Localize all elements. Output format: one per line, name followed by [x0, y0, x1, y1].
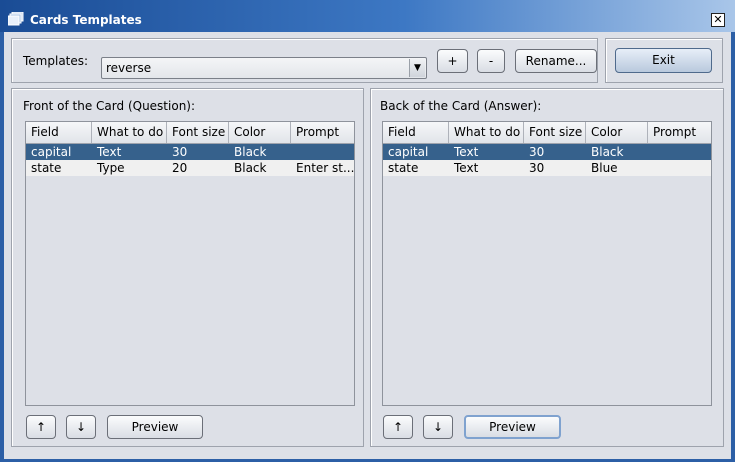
- rename-template-label: Rename...: [525, 54, 587, 68]
- table-cell[interactable]: state: [26, 160, 92, 176]
- front-preview-label: Preview: [131, 420, 179, 434]
- column-header[interactable]: What to do: [449, 122, 524, 143]
- column-header[interactable]: Prompt: [648, 122, 711, 143]
- table-cell[interactable]: [648, 160, 711, 176]
- window-title: Cards Templates: [30, 13, 142, 27]
- cards-icon: [8, 12, 24, 26]
- table-cell[interactable]: 30: [524, 160, 586, 176]
- table-cell[interactable]: Blue: [586, 160, 648, 176]
- front-preview-button[interactable]: Preview: [107, 415, 203, 439]
- column-header[interactable]: Field: [26, 122, 92, 143]
- remove-template-button[interactable]: -: [477, 49, 505, 73]
- front-move-up-button[interactable]: ↑: [26, 415, 56, 439]
- table-cell[interactable]: state: [383, 160, 449, 176]
- back-card-title: Back of the Card (Answer):: [380, 99, 542, 113]
- table-cell[interactable]: Enter st...: [291, 160, 354, 176]
- table-cell[interactable]: Black: [229, 144, 291, 160]
- remove-template-label: -: [488, 54, 494, 68]
- table-cell[interactable]: Text: [449, 160, 524, 176]
- arrow-up-icon: ↑: [392, 420, 404, 434]
- table-cell[interactable]: 30: [524, 144, 586, 160]
- table-row[interactable]: state Type 20 Black Enter st...: [26, 160, 354, 176]
- back-move-down-button[interactable]: ↓: [423, 415, 453, 439]
- arrow-down-icon: ↓: [432, 420, 444, 434]
- table-row[interactable]: capital Text 30 Black: [383, 144, 711, 160]
- table-header: Field What to do Font size Color Prompt: [26, 122, 354, 144]
- table-cell[interactable]: capital: [26, 144, 92, 160]
- exit-panel: Exit: [605, 38, 723, 83]
- close-button[interactable]: ✕: [711, 13, 725, 27]
- back-move-up-button[interactable]: ↑: [383, 415, 413, 439]
- table-row[interactable]: state Text 30 Blue: [383, 160, 711, 176]
- window-content: Templates: reverse ▼ + - Rename... Exit …: [4, 32, 731, 459]
- back-fields-table[interactable]: Field What to do Font size Color Prompt capit…: [382, 121, 712, 406]
- front-card-title: Front of the Card (Question):: [23, 99, 196, 113]
- column-header[interactable]: Font size: [167, 122, 229, 143]
- templates-toolbar: Templates: reverse ▼ + - Rename...: [11, 38, 598, 83]
- table-cell[interactable]: 30: [167, 144, 229, 160]
- templates-selected-value: reverse: [106, 61, 152, 75]
- back-preview-button[interactable]: Preview: [464, 415, 561, 439]
- chevron-down-icon[interactable]: ▼: [409, 59, 425, 77]
- column-header[interactable]: Font size: [524, 122, 586, 143]
- table-cell[interactable]: Black: [229, 160, 291, 176]
- column-header[interactable]: Prompt: [291, 122, 354, 143]
- column-header[interactable]: What to do: [92, 122, 167, 143]
- table-cell[interactable]: Black: [586, 144, 648, 160]
- front-move-down-button[interactable]: ↓: [66, 415, 96, 439]
- column-header[interactable]: Color: [229, 122, 291, 143]
- table-cell[interactable]: [648, 144, 711, 160]
- table-header: Field What to do Font size Color Prompt: [383, 122, 711, 144]
- table-cell[interactable]: [291, 144, 354, 160]
- close-icon: ✕: [713, 13, 723, 26]
- column-header[interactable]: Field: [383, 122, 449, 143]
- back-card-panel: Back of the Card (Answer): Field What to …: [370, 88, 724, 447]
- front-card-panel: Front of the Card (Question): Field What …: [11, 88, 364, 447]
- exit-button[interactable]: Exit: [615, 48, 712, 73]
- templates-dropdown[interactable]: reverse ▼: [101, 57, 427, 79]
- cards-templates-window: Cards Templates ✕ Templates: reverse ▼ +…: [0, 0, 735, 462]
- table-cell[interactable]: Type: [92, 160, 167, 176]
- arrow-down-icon: ↓: [75, 420, 87, 434]
- add-template-label: +: [447, 54, 458, 68]
- table-cell[interactable]: Text: [92, 144, 167, 160]
- table-cell[interactable]: capital: [383, 144, 449, 160]
- table-row[interactable]: capital Text 30 Black: [26, 144, 354, 160]
- title-bar[interactable]: Cards Templates ✕: [0, 0, 735, 32]
- rename-template-button[interactable]: Rename...: [515, 49, 597, 73]
- table-cell[interactable]: Text: [449, 144, 524, 160]
- templates-label: Templates:: [23, 54, 89, 68]
- arrow-up-icon: ↑: [35, 420, 47, 434]
- add-template-button[interactable]: +: [437, 49, 468, 73]
- exit-label: Exit: [652, 53, 675, 67]
- table-cell[interactable]: 20: [167, 160, 229, 176]
- back-preview-label: Preview: [489, 420, 536, 434]
- column-header[interactable]: Color: [586, 122, 648, 143]
- front-fields-table[interactable]: Field What to do Font size Color Prompt capit…: [25, 121, 355, 406]
